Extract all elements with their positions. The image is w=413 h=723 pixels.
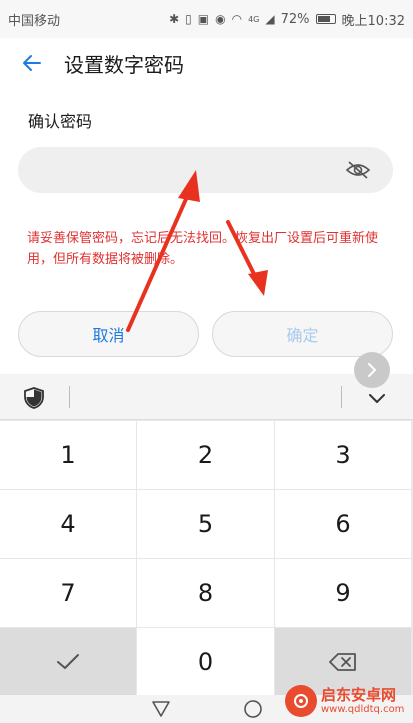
key-6[interactable]: 6	[275, 490, 411, 558]
key-5[interactable]: 5	[137, 490, 274, 558]
done-key[interactable]	[0, 628, 136, 696]
signal-icon: ◢	[265, 12, 275, 26]
keyboard-toolbar	[0, 374, 413, 420]
key-0[interactable]: 0	[137, 628, 274, 696]
watermark: 启东安卓网 www.qdldtq.com	[285, 682, 411, 720]
back-arrow-icon	[23, 55, 41, 71]
numeric-keypad: 1 2 3 4 5 6 7 8 9 0	[0, 420, 413, 696]
app-bar: 设置数字密码	[0, 38, 413, 88]
home-circle-icon	[243, 700, 262, 718]
watermark-title: 启东安卓网	[321, 685, 397, 704]
eye-icon: ◉	[215, 12, 226, 26]
nav-home-button[interactable]	[242, 698, 264, 720]
network-type: 4G	[248, 14, 260, 24]
key-8[interactable]: 8	[137, 559, 274, 627]
key-2[interactable]: 2	[137, 421, 274, 489]
watermark-url: www.qdldtq.com	[321, 703, 405, 715]
toolbar-divider	[69, 386, 70, 408]
battery-percent: 72%	[280, 11, 310, 27]
status-icons: ✱ ▯ ▣ ◉ ◠ 4G ◢ 72% 晚上10:32	[169, 10, 405, 29]
key-3[interactable]: 3	[275, 421, 411, 489]
back-button[interactable]	[12, 43, 52, 83]
key-4[interactable]: 4	[0, 490, 136, 558]
eye-off-icon	[345, 161, 371, 179]
clock: 晚上10:32	[341, 13, 405, 29]
page-title: 设置数字密码	[64, 52, 184, 77]
nav-back-button[interactable]	[150, 698, 172, 720]
shield-icon	[24, 387, 44, 409]
checkmark-icon	[57, 654, 79, 669]
chevron-down-icon	[369, 394, 385, 403]
warning-text: 请妥善保管密码，忘记后无法找回。恢复出厂设置后可重新使用，但所有数据将被删除。	[27, 231, 379, 267]
key-1[interactable]: 1	[0, 421, 136, 489]
watermark-logo-icon	[285, 685, 317, 717]
toolbar-divider	[341, 386, 342, 408]
confirm-password-label: 确认密码	[28, 112, 93, 131]
back-triangle-icon	[151, 701, 170, 717]
password-field	[18, 147, 393, 193]
wifi-icon: ◠	[231, 12, 243, 26]
confirm-button[interactable]: 确定	[212, 311, 393, 357]
collapse-keyboard-button[interactable]	[364, 386, 390, 410]
visibility-toggle[interactable]	[343, 155, 373, 185]
backspace-icon	[329, 653, 356, 671]
key-7[interactable]: 7	[0, 559, 136, 627]
bluetooth-icon: ✱	[169, 12, 180, 26]
cancel-button[interactable]: 取消	[18, 311, 199, 357]
hd-icon: ▣	[197, 12, 210, 26]
battery-icon	[315, 14, 336, 24]
key-9[interactable]: 9	[275, 559, 411, 627]
chevron-right-icon	[368, 363, 376, 377]
floating-next-button[interactable]	[354, 352, 390, 388]
vibrate-icon: ▯	[185, 12, 192, 26]
confirm-password-input[interactable]	[38, 147, 338, 193]
status-bar: 中国移动 ✱ ▯ ▣ ◉ ◠ 4G ◢ 72% 晚上10:32	[0, 0, 413, 38]
carrier-label: 中国移动	[8, 13, 61, 29]
